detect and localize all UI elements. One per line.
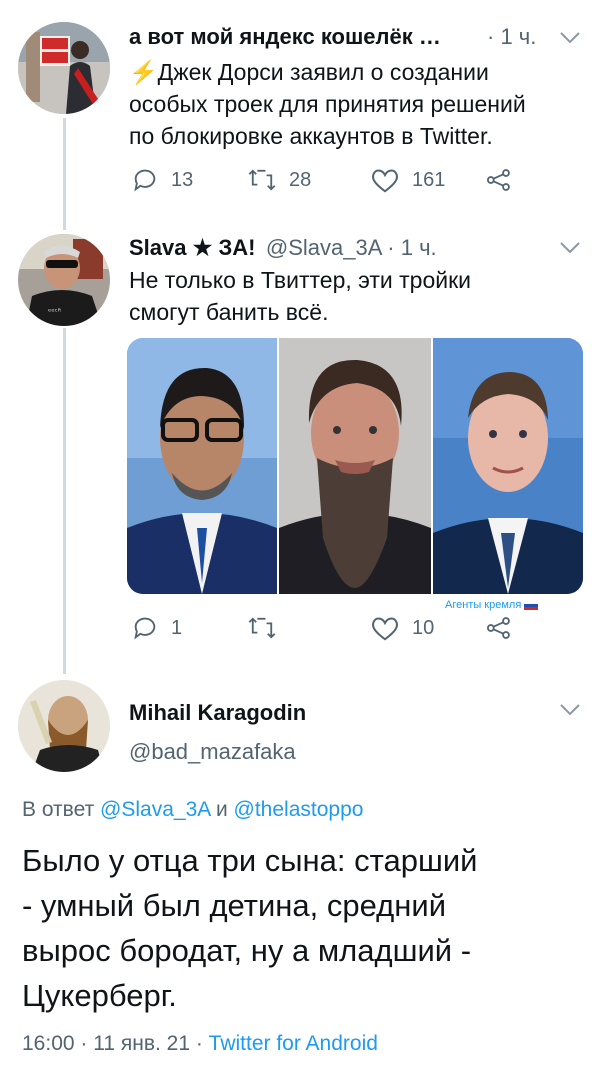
chevron-down-icon[interactable] xyxy=(559,241,581,255)
tweet-text-line: ⚡Джек Дорси заявил о создании xyxy=(129,59,489,85)
tweet-timestamp: 16:00 · 11 янв. 21 · Twitter for Android xyxy=(22,1032,378,1055)
reply-button[interactable]: 1 xyxy=(131,614,182,642)
share-icon xyxy=(486,169,510,191)
tweet-text-line: Цукерберг. xyxy=(22,978,177,1013)
share-icon xyxy=(486,617,510,639)
share-button[interactable] xyxy=(485,614,525,642)
reply-count: 1 xyxy=(171,616,183,639)
retweet-button[interactable] xyxy=(247,614,289,642)
avatar-photo-icon xyxy=(18,680,110,772)
client-link[interactable]: Twitter for Android xyxy=(209,1032,378,1055)
reply-button[interactable]: 13 xyxy=(131,166,193,194)
tweet-text-line: Не только в Твиттер, эти тройки xyxy=(129,267,472,293)
avatar[interactable]: ᵉᵉᶜᴿ xyxy=(18,234,110,326)
like-button[interactable]: 161 xyxy=(370,166,445,194)
like-count: 10 xyxy=(412,616,435,639)
tweet-text-line: Было у отца три сына: старший xyxy=(22,843,478,878)
avatar-photo-icon xyxy=(18,22,110,114)
tweet-time: · 1 ч. xyxy=(487,24,537,49)
person-photo-icon xyxy=(433,338,583,594)
tweet-media[interactable] xyxy=(127,338,583,594)
mention-link[interactable]: @Slava_3A xyxy=(100,798,210,821)
reply-icon xyxy=(134,617,156,640)
reply-icon xyxy=(134,169,156,192)
like-count: 161 xyxy=(412,168,446,191)
avatar[interactable] xyxy=(18,22,110,114)
tweet-text-line: особых троек для принятия решений xyxy=(129,91,526,117)
tweet-author[interactable]: Mihail Karagodin xyxy=(129,700,306,726)
russian-flag-icon xyxy=(524,600,539,610)
mention-link[interactable]: @thelastoppo xyxy=(234,798,364,821)
tweet-author[interactable]: Slava ★ ЗА! xyxy=(129,235,255,260)
tweet-author[interactable]: а вот мой яндекс кошелёк … xyxy=(129,24,441,50)
avatar-photo-icon: ᵉᵉᶜᴿ xyxy=(18,234,110,326)
person-photo-icon xyxy=(127,338,277,594)
avatar[interactable] xyxy=(18,680,110,772)
tweet-text-line: - умный был детина, средний xyxy=(22,888,447,923)
retweet-count: 28 xyxy=(289,168,312,191)
retweet-button[interactable]: 28 xyxy=(247,166,311,194)
chevron-down-icon[interactable] xyxy=(559,703,581,717)
chevron-down-icon[interactable] xyxy=(559,31,581,45)
tweet-text-line: по блокировке аккаунтов в Twitter. xyxy=(129,123,493,149)
tweet-text-line: смогут банить всё. xyxy=(129,299,329,325)
tweet-handle[interactable]: @Slava_3A · 1 ч. xyxy=(266,235,437,260)
thread-line xyxy=(63,328,66,674)
share-button[interactable] xyxy=(485,166,525,194)
reply-context: В ответ @Slava_3A и @thelastoppo xyxy=(22,798,364,821)
thread-line xyxy=(63,118,66,230)
reply-count: 13 xyxy=(171,168,194,191)
tweet-text-line: вырос бородат, ну а младший - xyxy=(22,933,472,968)
heart-icon xyxy=(372,617,398,641)
person-photo-icon xyxy=(279,338,431,594)
retweet-icon xyxy=(248,617,276,639)
heart-icon xyxy=(372,169,398,193)
media-caption: Агенты кремля xyxy=(445,599,539,611)
retweet-icon xyxy=(248,169,276,191)
like-button[interactable]: 10 xyxy=(370,614,434,642)
tweet-handle[interactable]: @bad_mazafaka xyxy=(129,739,296,765)
svg-text:ᵉᵉᶜᴿ: ᵉᵉᶜᴿ xyxy=(48,307,62,316)
